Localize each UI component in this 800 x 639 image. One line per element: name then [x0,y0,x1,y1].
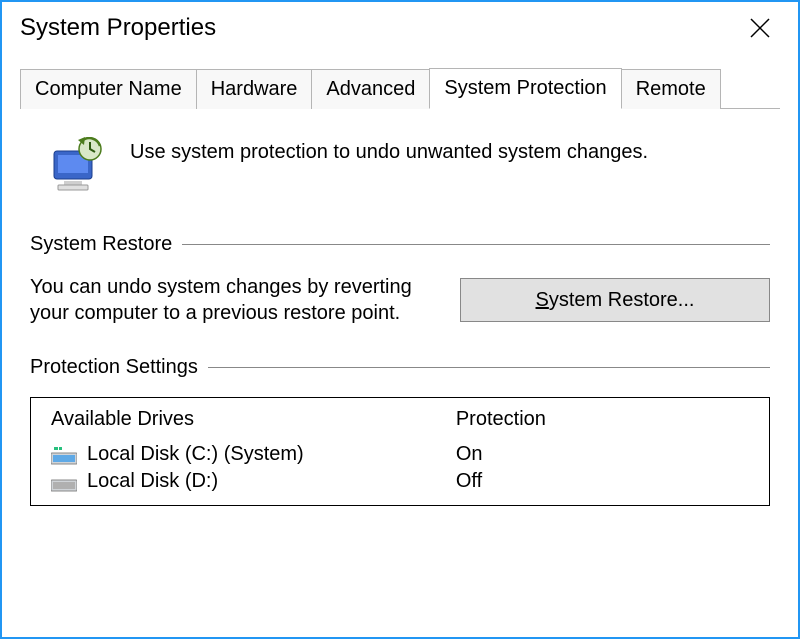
drive-protection-status: On [456,443,749,466]
group-system-restore: System Restore You can undo system chang… [30,233,770,326]
drive-protection-status: Off [456,470,749,493]
drive-row[interactable]: Local Disk (C:) (System) On [31,441,769,468]
title-bar: System Properties [2,2,798,54]
window-title: System Properties [20,14,216,42]
system-restore-icon [48,137,108,197]
group-header: Protection Settings [30,356,770,379]
group-title-restore: System Restore [30,233,182,256]
close-button[interactable] [740,8,780,48]
tab-system-protection[interactable]: System Protection [429,68,621,109]
system-restore-button[interactable]: System Restore... [460,278,770,322]
disk-icon [51,472,77,492]
tab-strip: Computer Name Hardware Advanced System P… [20,64,780,109]
column-header-drives: Available Drives [51,408,456,431]
restore-description: You can undo system changes by reverting… [30,274,450,326]
tab-advanced[interactable]: Advanced [311,69,430,109]
drives-header-row: Available Drives Protection [31,398,769,441]
drive-name: Local Disk (D:) [87,470,218,493]
drive-row[interactable]: Local Disk (D:) Off [31,468,769,505]
intro-text: Use system protection to undo unwanted s… [130,137,648,164]
separator-line [182,244,770,245]
intro-row: Use system protection to undo unwanted s… [30,127,770,227]
column-header-protection: Protection [456,408,749,431]
tab-remote[interactable]: Remote [621,69,721,109]
group-header: System Restore [30,233,770,256]
separator-line [208,367,770,368]
tab-computer-name[interactable]: Computer Name [20,69,197,109]
close-icon [749,17,771,39]
group-title-protection: Protection Settings [30,356,208,379]
drive-name: Local Disk (C:) (System) [87,443,304,466]
tab-hardware[interactable]: Hardware [196,69,313,109]
disk-icon [51,445,77,465]
group-protection-settings: Protection Settings Available Drives Pro… [30,356,770,506]
tab-content: Use system protection to undo unwanted s… [2,109,798,506]
drives-list[interactable]: Available Drives Protection Local Disk (… [30,397,770,506]
